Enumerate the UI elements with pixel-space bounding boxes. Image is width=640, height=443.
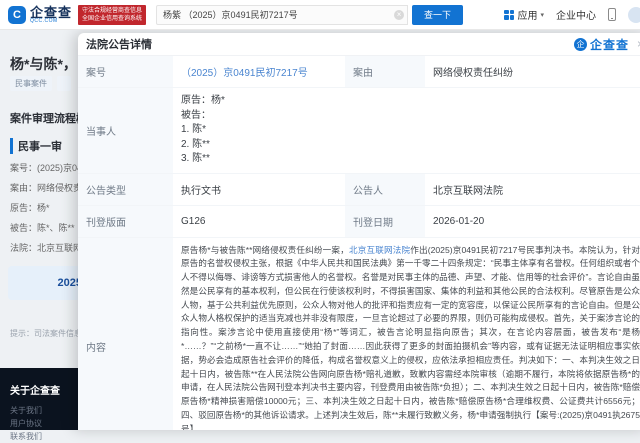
case-no-label: 案号: [78, 56, 173, 87]
case-page-title: 杨*与陈*，: [10, 54, 80, 74]
section-title-process: 案件审理流程概览: [10, 110, 80, 126]
field-plaintiff: 原告：杨*: [10, 198, 80, 218]
content-label: 内容: [78, 238, 173, 431]
party-defendant-1: 1. 陈*: [181, 123, 640, 138]
qcc-brand-icon: 企: [574, 38, 587, 51]
field-cause: 案由：网络侵权责任纠纷: [10, 178, 80, 198]
parties-label: 当事人: [78, 88, 173, 173]
type-value: 执行文书: [173, 174, 345, 205]
cause-value: 网络侵权责任纠纷: [425, 56, 640, 87]
announcement-table: 案号 （2025）京0491民初7217号 案由 网络侵权责任纠纷 当事人 原告…: [78, 56, 640, 430]
parties-value: 原告：杨* 被告： 1. 陈* 2. 陈** 3. 陈**: [173, 88, 640, 173]
announcer-label: 公告人: [345, 174, 425, 205]
apps-menu[interactable]: 应用 ▾: [504, 7, 544, 22]
promo-badge: 守法合规经营商查信息 全国企业信用查询系统: [78, 5, 146, 25]
content-text-1: 原告杨*与被告陈**网络侵权责任纠纷一案，: [181, 245, 349, 255]
table-row: 案号 （2025）京0491民初7217号 案由 网络侵权责任纠纷: [78, 56, 640, 88]
content-text-2: 作出(2025)京0491民初7217号民事判决书。本院认为，针对原告的名誉权侵…: [181, 245, 640, 431]
content-value: 原告杨*与被告陈**网络侵权责任纠纷一案，北京互联网法院作出(2025)京049…: [173, 238, 640, 431]
apps-menu-label: 应用: [517, 7, 537, 22]
promo-badge-line2: 全国企业信用查询系统: [82, 15, 142, 23]
chevron-down-icon: ▾: [540, 11, 544, 19]
qcc-logo[interactable]: C 企查查 QCC.COM: [8, 6, 72, 24]
type-label: 公告类型: [78, 174, 173, 205]
avatar[interactable]: [628, 7, 640, 23]
case-summary-fields: 案号：(2025)京0491民初7217号 案由：网络侵权责任纠纷 原告：杨* …: [10, 158, 80, 258]
qcc-brand-text: 企查查: [590, 36, 629, 53]
court-announcement-modal: 法院公告详情 企 企查查 × 案号 （2025）京0491民初7217号 案由 …: [78, 33, 640, 430]
mobile-app-icon[interactable]: [608, 8, 616, 21]
footer-link-contact[interactable]: 联系我们: [10, 430, 630, 443]
field-case-no: 案号：(2025)京0491民初7217号: [10, 158, 80, 178]
enterprise-center-link[interactable]: 企业中心: [556, 7, 596, 22]
qcc-logo-icon: C: [8, 6, 26, 24]
announcer-value: 北京互联网法院: [425, 174, 640, 205]
table-row: 公告类型 执行文书 公告人 北京互联网法院: [78, 174, 640, 206]
court-link[interactable]: 北京互联网法院: [349, 245, 410, 255]
page-label: 刊登版面: [78, 206, 173, 237]
date-value: 2026-01-20: [425, 206, 640, 237]
search-clear-icon[interactable]: ×: [394, 10, 404, 20]
party-defendant-header: 被告：: [181, 109, 640, 124]
top-navbar: C 企查查 QCC.COM 守法合规经营商查信息 全国企业信用查询系统 × 查一…: [0, 0, 640, 30]
timeline-node[interactable]: 2025: [8, 266, 86, 300]
case-no-link[interactable]: （2025）京0491民初7217号: [181, 64, 308, 79]
cause-label: 案由: [345, 56, 425, 87]
modal-header: 法院公告详情 企 企查查 ×: [78, 33, 640, 56]
table-row: 内容 原告杨*与被告陈**网络侵权责任纠纷一案，北京互联网法院作出(2025)京…: [78, 238, 640, 431]
modal-brand: 企 企查查: [574, 36, 629, 53]
table-row: 刊登版面 G126 刊登日期 2026-01-20: [78, 206, 640, 238]
table-row: 当事人 原告：杨* 被告： 1. 陈* 2. 陈** 3. 陈**: [78, 88, 640, 174]
field-defendant: 被告：陈*、陈**: [10, 218, 80, 238]
promo-badge-line1: 守法合规经营商查信息: [82, 7, 142, 15]
field-court: 法院：北京互联网法院: [10, 238, 80, 258]
party-defendant-2: 2. 陈**: [181, 138, 640, 153]
qcc-logo-text: 企查查: [30, 6, 72, 19]
party-plaintiff: 原告：杨*: [181, 94, 640, 109]
stage-civil-first-instance: 民事一审: [10, 138, 62, 154]
tab-civil-case[interactable]: 民事案件: [10, 76, 52, 91]
tab-partial[interactable]: [57, 76, 71, 91]
search-button[interactable]: 查一下: [412, 5, 463, 25]
search-input[interactable]: [156, 5, 408, 25]
apps-grid-icon: [504, 10, 514, 20]
party-defendant-3: 3. 陈**: [181, 152, 640, 167]
date-label: 刊登日期: [345, 206, 425, 237]
page-value: G126: [173, 206, 345, 237]
modal-title: 法院公告详情: [86, 36, 152, 52]
disclaimer-tip: 提示：司法案件信息: [10, 328, 80, 339]
